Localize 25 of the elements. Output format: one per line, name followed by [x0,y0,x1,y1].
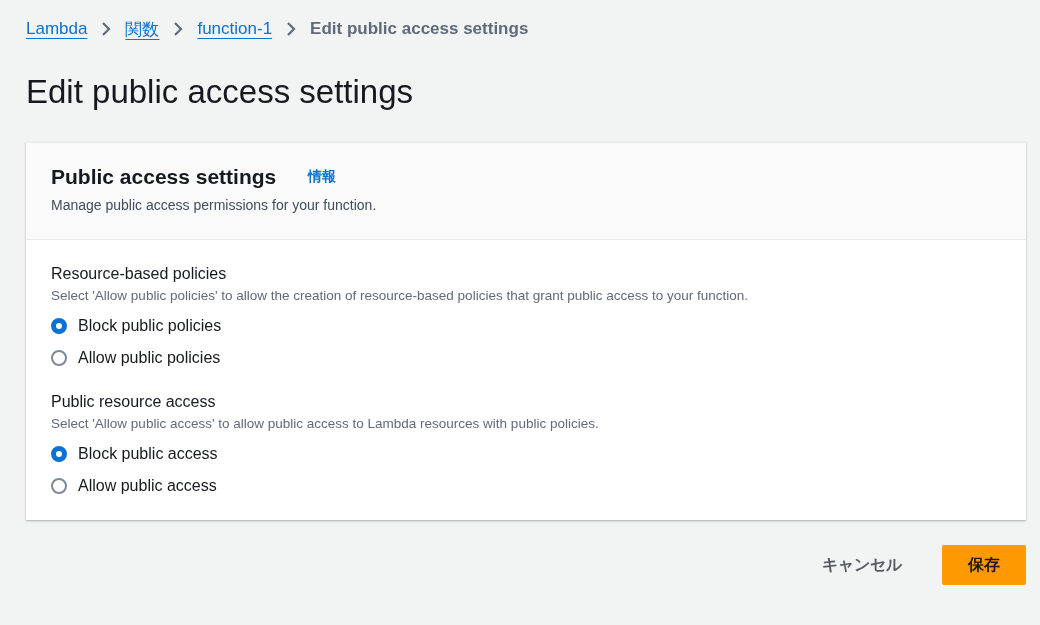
chevron-right-icon [173,21,184,37]
group-description: Select 'Allow public policies' to allow the creation of resource-based policies that grant public access to your function. [51,287,750,305]
radio-label[interactable]: Block public access [78,445,218,463]
radio-button[interactable] [51,350,67,366]
panel-title: Public access settings [51,165,277,189]
radio-label[interactable]: Block public policies [78,317,222,335]
chevron-right-icon [101,21,112,37]
chevron-right-icon [286,21,297,37]
save-button[interactable]: 保存 [942,545,1026,585]
group-label: Resource-based policies [51,264,228,284]
breadcrumb-link[interactable]: Lambda [26,19,88,39]
panel-description: Manage public access permissions for your function. [51,197,378,213]
page-title: Edit public access settings [26,72,415,112]
radio-button[interactable] [51,478,67,494]
cancel-button[interactable]: キャンセル [796,545,928,585]
radio-button[interactable] [51,318,67,334]
info-link[interactable]: 情報 [308,168,337,186]
radio-button[interactable] [51,446,67,462]
breadcrumb-link[interactable]: 関数 [125,17,160,41]
breadcrumb-current: Edit public access settings [310,19,529,39]
group-description: Select 'Allow public access' to allow public access to Lambda resources with public policies. [51,415,600,433]
radio-label[interactable]: Allow public policies [78,349,221,367]
group-label: Public resource access [51,392,217,412]
breadcrumb-link[interactable]: function-1 [197,19,273,39]
radio-label[interactable]: Allow public access [78,477,217,495]
